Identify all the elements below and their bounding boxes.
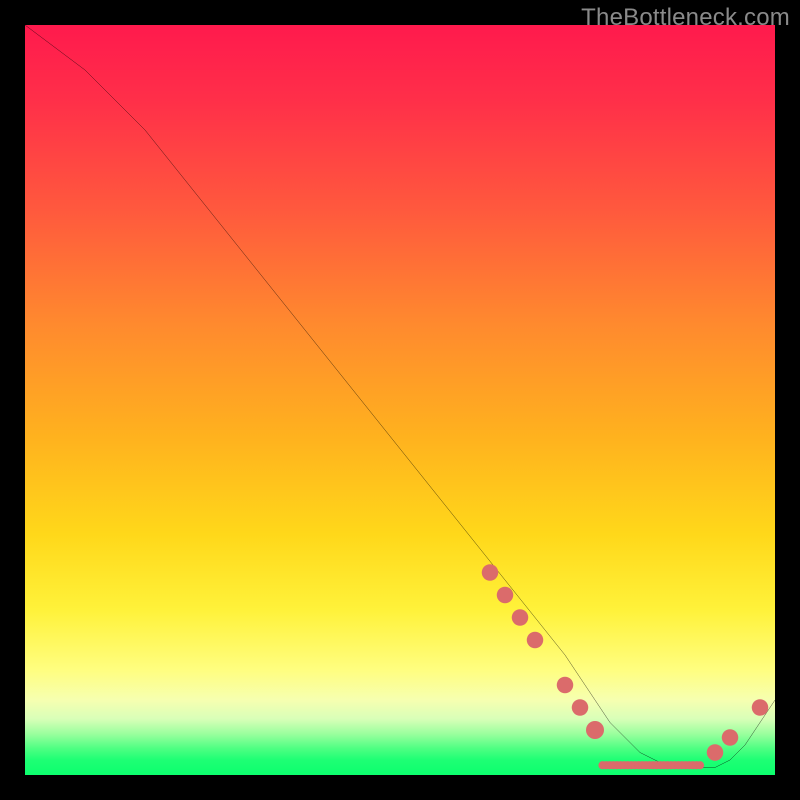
chart-svg xyxy=(25,25,775,775)
marker-dot xyxy=(512,609,529,626)
curve-markers xyxy=(482,564,769,761)
curve-dense-dots xyxy=(598,761,704,769)
dense-dot xyxy=(696,761,704,769)
marker-dot xyxy=(497,587,514,604)
marker-dot xyxy=(482,564,499,581)
marker-dot xyxy=(707,744,724,761)
curve-line xyxy=(25,25,775,768)
marker-dot xyxy=(527,632,544,649)
marker-dot xyxy=(572,699,589,716)
marker-dot xyxy=(722,729,739,746)
marker-dot xyxy=(752,699,769,716)
watermark-text: TheBottleneck.com xyxy=(581,4,790,32)
plot-area xyxy=(25,25,775,775)
chart-frame: TheBottleneck.com xyxy=(0,0,800,800)
marker-dot xyxy=(586,721,604,739)
marker-dot xyxy=(557,677,574,694)
